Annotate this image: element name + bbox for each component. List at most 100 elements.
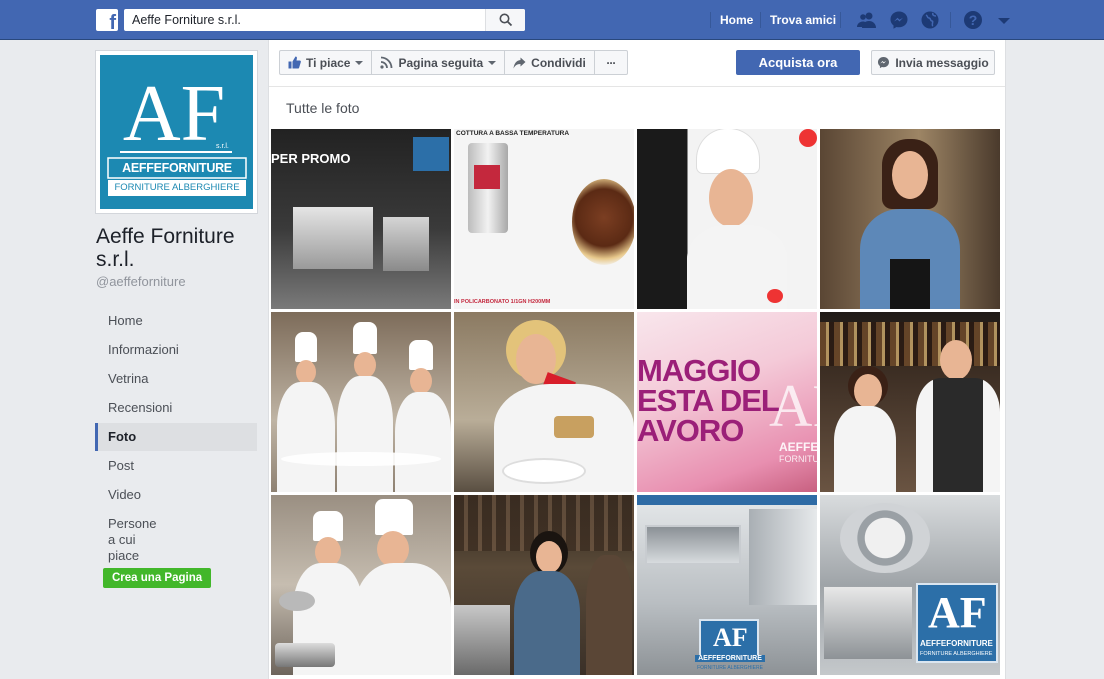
photo-chef-face: [296, 360, 316, 384]
photo-af-watermark: AF: [769, 373, 817, 439]
photo-steak-plate: [572, 179, 634, 265]
main-content: Ti piace Pagina seguita Condividi ··· Ac…: [268, 40, 1006, 679]
photo-tagline-text: FORNITURE ALBERGHIERE: [920, 651, 993, 657]
nav-divider: [950, 12, 951, 28]
nav-divider: [760, 12, 761, 28]
more-options-icon: ···: [606, 55, 616, 70]
sidebar-item-photos[interactable]: Foto: [95, 423, 257, 451]
photo-item[interactable]: COTTURA A BASSA TEMPERATURA IN POLICARBO…: [454, 129, 634, 309]
thumbs-up-icon: [288, 56, 301, 69]
photo-chef-coat: [395, 392, 451, 492]
profile-picture[interactable]: AF s.r.l. AEFFEFORNITURE FORNITURE ALBER…: [95, 50, 258, 214]
sidebar-item-info[interactable]: Informazioni: [95, 336, 257, 364]
follow-button-label: Pagina seguita: [398, 55, 484, 70]
nav-find-friends-link[interactable]: Trova amici: [770, 12, 836, 28]
photo-chef-hat: [697, 129, 759, 173]
like-button[interactable]: Ti piace: [280, 51, 373, 74]
photo-item[interactable]: [454, 495, 634, 675]
photo-bartender-face: [854, 374, 882, 408]
search-input[interactable]: [124, 9, 484, 31]
svg-text:AF: AF: [123, 70, 225, 158]
friends-icon[interactable]: [857, 10, 877, 30]
sidebar-item-reviews[interactable]: Recensioni: [95, 394, 257, 422]
photo-item[interactable]: [820, 312, 1000, 492]
create-page-button[interactable]: Crea una Pagina: [103, 568, 212, 588]
company-logo: AF s.r.l. AEFFEFORNITURE FORNITURE ALBER…: [100, 55, 253, 209]
photo-chef-face: [410, 368, 432, 394]
photo-item[interactable]: [454, 312, 634, 492]
photo-item[interactable]: MAGGIO ESTA DEL AVORO AF AEFFE FORNITURE: [637, 312, 817, 492]
notifications-globe-icon[interactable]: [920, 10, 940, 30]
follow-button[interactable]: Pagina seguita: [372, 51, 506, 74]
top-bar: f Home Trova amici ?: [0, 0, 1104, 40]
messenger-icon[interactable]: [889, 10, 909, 30]
buy-now-button[interactable]: Acquista ora: [736, 50, 860, 75]
photo-steel-cabinet: [749, 509, 817, 605]
photo-tagline-text: FORNITURE: [779, 454, 817, 464]
sidebar-item-posts[interactable]: Post: [95, 452, 257, 480]
logo-tagline-text: FORNITURE ALBERGHIERE: [114, 182, 240, 193]
photo-tomato: [767, 289, 783, 303]
photo-barista-face: [536, 541, 562, 573]
photo-item[interactable]: AF AEFFEFORNITURE FORNITURE ALBERGHIERE: [820, 495, 1000, 675]
sidebar-item-home[interactable]: Home: [95, 307, 257, 335]
photo-chef-face: [354, 352, 376, 378]
photo-chef-hat: [375, 499, 413, 535]
photo-slow-cook-title: COTTURA A BASSA TEMPERATURA: [456, 130, 570, 137]
help-icon[interactable]: ?: [963, 10, 983, 30]
page-title[interactable]: Aeffe Forniture s.r.l.: [96, 225, 266, 271]
page-handle[interactable]: @aeffeforniture: [96, 274, 186, 289]
sidebar-item-showcase[interactable]: Vetrina: [95, 365, 257, 393]
photo-chef-hat: [295, 332, 317, 362]
photo-tagline-text: FORNITURE ALBERGHIERE: [697, 665, 763, 671]
photo-chef-hat: [409, 340, 433, 370]
photo-chef-face: [377, 531, 409, 567]
dropdown-caret-icon[interactable]: [994, 10, 1014, 30]
sidebar-item-likes[interactable]: Persone a cui piace: [95, 510, 175, 570]
chevron-down-icon: [355, 60, 364, 65]
send-message-button[interactable]: Invia messaggio: [871, 50, 995, 75]
photo-promo-text: PER PROMO: [271, 151, 351, 166]
photo-chef-hat: [353, 322, 377, 354]
sidebar-nav: Home Informazioni Vetrina Recensioni Fot…: [95, 307, 257, 571]
logo-srl-text: s.r.l.: [216, 143, 229, 150]
photo-item[interactable]: [820, 129, 1000, 309]
photo-af-logo: AF: [699, 619, 759, 659]
nav-divider: [840, 12, 841, 28]
photo-bartender-shirt: [834, 406, 896, 492]
messenger-icon: [878, 56, 890, 69]
photo-plates: [281, 452, 441, 466]
photo-waitress-face: [892, 151, 928, 199]
photo-brand-text: AEFFEFORNITURE: [920, 639, 993, 648]
nav-home-link[interactable]: Home: [720, 12, 753, 28]
photo-pan: [554, 416, 594, 438]
facebook-logo-icon[interactable]: f: [96, 9, 118, 33]
photo-plate: [504, 460, 584, 482]
photo-lavoro-text: AVORO: [637, 413, 744, 448]
sidebar-item-videos[interactable]: Video: [95, 481, 257, 509]
photo-item[interactable]: PER PROMO: [271, 129, 451, 309]
photo-second-barista: [586, 555, 632, 675]
photo-gas-cooker: [383, 217, 429, 271]
photo-bottle-shelf: [820, 322, 1000, 366]
photo-chef-coat: [277, 382, 335, 492]
photo-chef-coat: [355, 563, 451, 675]
photo-item[interactable]: [271, 495, 451, 675]
share-button[interactable]: Condividi: [505, 51, 595, 74]
all-photos-heading: Tutte le foto: [286, 100, 360, 116]
photo-brand-text: AEFFE: [779, 440, 817, 454]
photo-meat-slicer: [840, 503, 930, 573]
photo-item[interactable]: AF AEFFEFORNITURE FORNITURE ALBERGHIERE: [637, 495, 817, 675]
photo-barista-shirt: [514, 571, 580, 675]
logo-brand-text: AEFFEFORNITURE: [122, 161, 232, 175]
photo-item[interactable]: [271, 312, 451, 492]
photo-blue-frame: [637, 495, 817, 505]
svg-text:?: ?: [969, 12, 978, 28]
more-options-button[interactable]: ···: [595, 51, 627, 74]
page-actions-group: Ti piace Pagina seguita Condividi ···: [279, 50, 628, 75]
photo-refrigerated-counter: [293, 207, 373, 269]
search-button[interactable]: [485, 9, 525, 31]
photo-item[interactable]: [637, 129, 817, 309]
photo-bartender-face: [940, 340, 972, 380]
photo-apron: [890, 259, 930, 309]
